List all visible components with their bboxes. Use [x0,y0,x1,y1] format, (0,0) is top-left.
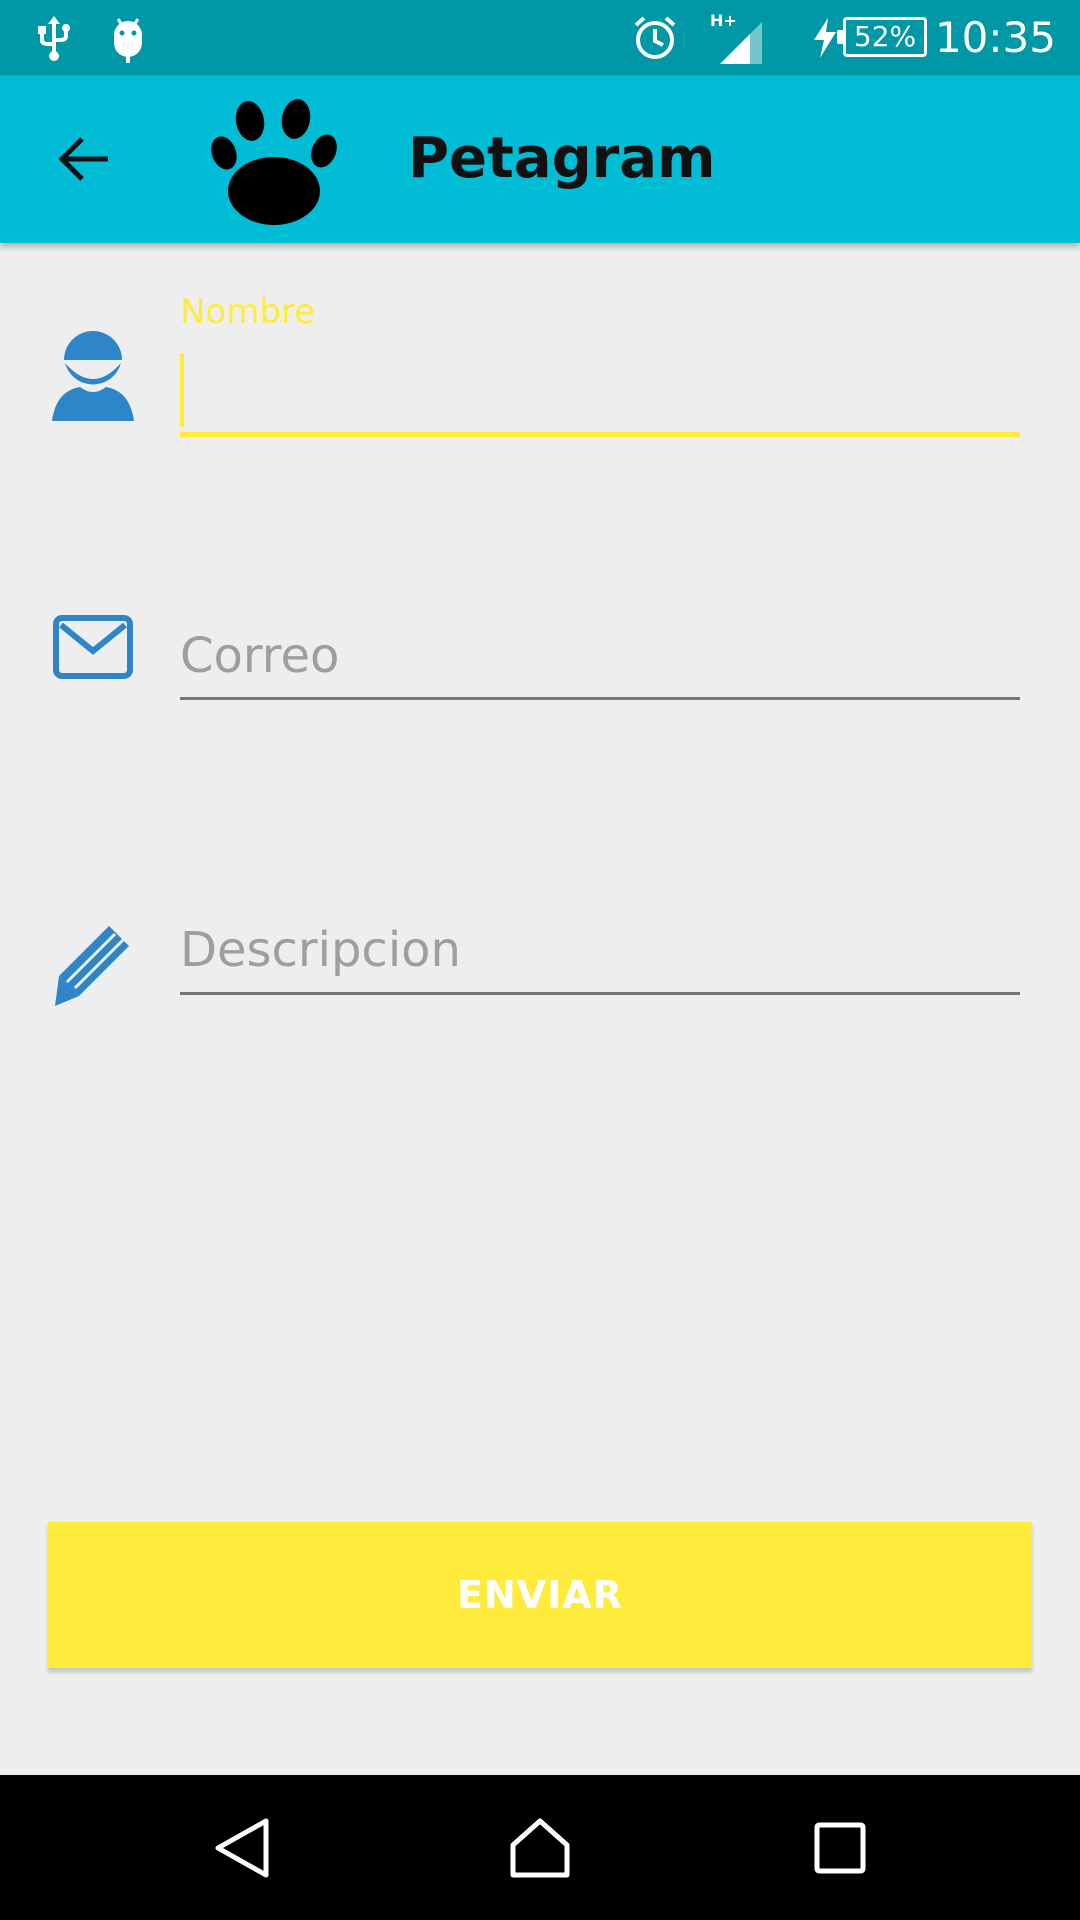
person-icon [50,330,136,421]
battery-level: 52% [853,20,917,53]
descripcion-underline [180,992,1020,995]
paw-icon [210,97,340,227]
correo-input[interactable] [180,620,1020,692]
alarm-icon [630,0,680,75]
descripcion-input[interactable] [180,914,1020,986]
nav-recents-button[interactable] [770,1775,910,1920]
status-bar: H+ 52% 10:35 [0,0,1080,75]
back-button[interactable] [44,119,124,199]
android-debug-icon [104,0,152,75]
correo-underline [180,697,1020,700]
nav-back-button[interactable] [172,1775,312,1920]
usb-icon [30,0,78,75]
nombre-input[interactable] [180,356,1020,426]
arrow-back-icon [58,137,108,181]
navigation-bar [0,1775,1080,1920]
app-title: Petagram [408,126,716,191]
text-cursor [180,353,184,427]
signal-icon: H+ [708,0,768,75]
battery-icon: 52% [837,17,927,57]
clock: 10:35 [934,13,1056,62]
nav-back-icon [215,1818,269,1877]
svg-text:H+: H+ [710,11,737,30]
nombre-underline [180,432,1020,437]
pencil-icon [50,922,136,1008]
app-bar: Petagram [0,75,1080,243]
nav-home-icon [510,1818,570,1877]
nombre-label: Nombre [180,292,316,332]
charging-icon [810,0,840,75]
nav-home-button[interactable] [470,1775,610,1920]
send-button[interactable]: ENVIAR [48,1522,1032,1668]
nav-recents-icon [814,1822,866,1873]
mail-icon [50,604,136,690]
